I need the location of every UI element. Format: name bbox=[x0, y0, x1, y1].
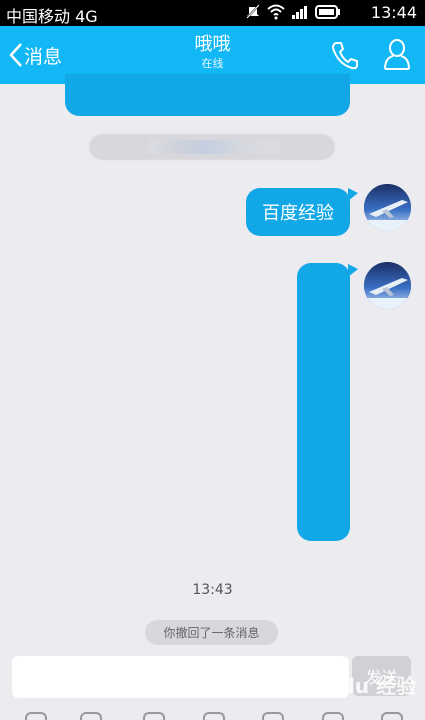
camera-icon[interactable] bbox=[143, 712, 165, 720]
message-bubble[interactable]: 百度经验 bbox=[246, 188, 350, 236]
input-toolbar bbox=[0, 706, 425, 720]
chat-screen: 中国移动 4G 13:44 消息 哦哦 在线 百度经验 13:43 你撤回了一条… bbox=[0, 0, 425, 720]
recall-notice: 你撤回了一条消息 bbox=[145, 620, 278, 645]
carrier-label: 中国移动 4G bbox=[6, 7, 98, 26]
voice-icon[interactable] bbox=[25, 712, 47, 720]
status-icons bbox=[245, 4, 341, 20]
plus-icon[interactable] bbox=[381, 712, 403, 720]
status-bar: 中国移动 4G 13:44 bbox=[0, 0, 425, 26]
online-status: 在线 bbox=[201, 57, 224, 70]
avatar[interactable] bbox=[364, 262, 411, 309]
avatar[interactable] bbox=[364, 184, 411, 231]
message-timestamp: 13:43 bbox=[192, 582, 233, 598]
chat-message-list[interactable]: 百度经验 13:43 你撤回了一条消息 bbox=[0, 74, 425, 720]
call-button[interactable] bbox=[330, 40, 358, 74]
phone-icon bbox=[331, 42, 358, 70]
contact-name: 哦哦 bbox=[194, 34, 231, 55]
message-bubble[interactable] bbox=[297, 263, 350, 541]
airplane-avatar-icon bbox=[364, 184, 411, 231]
message-input[interactable] bbox=[12, 656, 349, 698]
signal-icon bbox=[292, 6, 307, 19]
clock: 13:44 bbox=[370, 3, 417, 22]
emoji-icon[interactable] bbox=[262, 712, 284, 720]
image-icon[interactable] bbox=[80, 712, 102, 720]
hongbao-icon[interactable] bbox=[203, 712, 225, 720]
mute-icon bbox=[246, 4, 260, 19]
battery-icon bbox=[315, 5, 340, 19]
contact-title: 哦哦 在线 bbox=[0, 34, 425, 72]
profile-icon bbox=[384, 39, 410, 70]
watermark: Baidu 经验 bbox=[305, 674, 417, 698]
message-bubble-partial[interactable] bbox=[65, 74, 350, 116]
bubble-tail bbox=[348, 188, 358, 201]
bubble-tail bbox=[348, 264, 358, 277]
airplane-avatar-icon bbox=[364, 262, 411, 309]
profile-button[interactable] bbox=[383, 38, 411, 74]
blurred-notice bbox=[89, 134, 335, 160]
mosaic-overlay bbox=[149, 140, 279, 154]
message-text: 百度经验 bbox=[262, 203, 334, 224]
more-icon[interactable] bbox=[322, 712, 344, 720]
wifi-icon bbox=[267, 4, 285, 20]
